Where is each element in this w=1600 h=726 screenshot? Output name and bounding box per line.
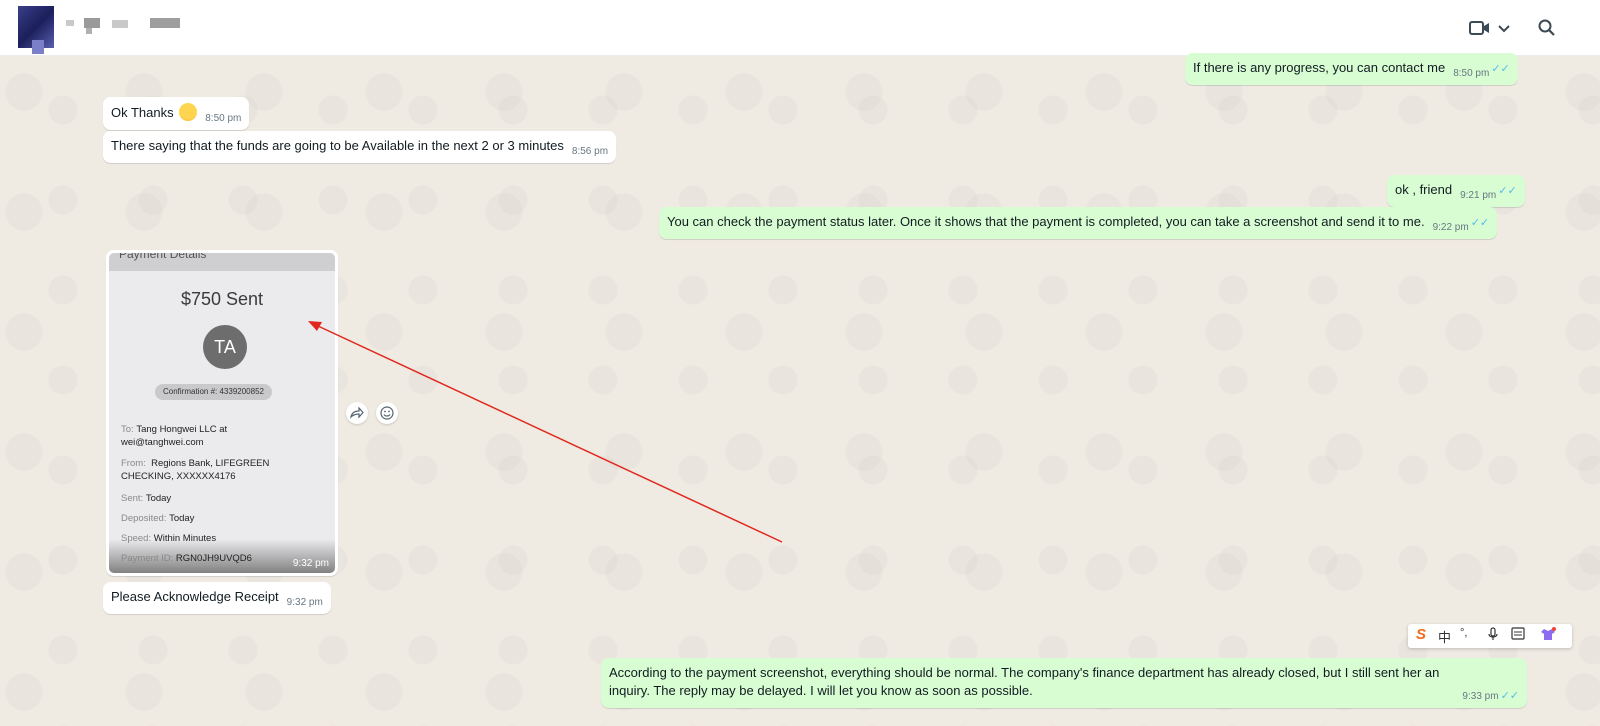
message-outgoing[interactable]: You can check the payment status later. … [659, 207, 1498, 239]
microphone-icon[interactable] [1488, 627, 1498, 644]
message-text: Ok Thanks [111, 105, 174, 120]
double-check-icon: ✓✓ [1498, 185, 1517, 197]
message-outgoing[interactable]: According to the payment screenshot, eve… [601, 658, 1527, 708]
message-time: 9:22 pm [1432, 222, 1469, 233]
search-button[interactable] [1533, 14, 1561, 42]
double-check-icon: ✓✓ [1470, 217, 1490, 229]
recipient-initials-avatar: TA [203, 325, 247, 369]
message-text: ok , friend [1395, 182, 1453, 197]
sogou-logo-icon[interactable]: S [1416, 626, 1426, 643]
message-text: You can check the payment status later. … [667, 214, 1425, 229]
confirmation-number: Confirmation #: 4339200852 [155, 384, 272, 400]
double-check-icon: ✓✓ [1491, 63, 1510, 75]
smiling-face-emoji-icon [179, 103, 198, 121]
message-time: 9:32 pm [292, 558, 329, 569]
message-text: If there is any progress, you can contac… [1193, 60, 1446, 75]
react-button[interactable] [376, 402, 398, 424]
double-check-icon: ✓✓ [1500, 690, 1519, 702]
image-message-payment-screenshot[interactable]: Payment Details $750 Sent TA Confirmatio… [106, 250, 338, 576]
message-incoming[interactable]: There saying that the funds are going to… [103, 131, 617, 163]
message-time: 9:32 pm [286, 597, 323, 608]
chat-header [0, 0, 1600, 56]
payment-to-row: To: Tang Hongwei LLC at wei@tanghwei.com [121, 424, 228, 448]
chevron-down-icon [1498, 25, 1510, 33]
message-time: 9:21 pm [1460, 190, 1497, 201]
payment-from-row: From: Regions Bank, LIFEGREEN CHECKING, … [121, 458, 270, 482]
message-time: 8:50 pm [1453, 68, 1490, 79]
message-text: There saying that the funds are going to… [111, 138, 564, 153]
keyboard-icon[interactable] [1511, 627, 1525, 643]
ime-toolbar[interactable]: S 中 °, [1408, 624, 1572, 648]
message-incoming[interactable]: Ok Thanks 8:50 pm [103, 97, 250, 130]
message-text-line-1: According to the payment screenshot, eve… [609, 665, 1440, 680]
payment-amount: $750 Sent [180, 289, 264, 309]
message-text: Please Acknowledge Receipt [111, 589, 279, 604]
message-time: 9:33 pm [1462, 691, 1499, 702]
ime-punctuation-toggle[interactable]: °, [1460, 627, 1467, 639]
message-time: 8:56 pm [571, 146, 609, 157]
emoji-smile-icon [380, 406, 394, 420]
message-time: 8:50 pm [205, 113, 242, 124]
message-incoming[interactable]: Please Acknowledge Receipt 9:32 pm [103, 582, 331, 614]
video-camera-icon [1469, 21, 1489, 35]
contact-avatar[interactable] [18, 6, 54, 54]
forward-button[interactable] [346, 402, 368, 424]
search-icon [1538, 19, 1555, 36]
call-options-dropdown[interactable] [1490, 14, 1518, 42]
skin-shirt-icon[interactable] [1540, 627, 1556, 644]
message-outgoing[interactable]: ok , friend 9:21 pm ✓✓ [1387, 175, 1525, 207]
forward-icon [350, 406, 364, 419]
payment-details-image: Payment Details $750 Sent TA Confirmatio… [109, 253, 335, 573]
message-outgoing[interactable]: If there is any progress, you can contac… [1185, 53, 1518, 85]
ime-language-toggle[interactable]: 中 [1438, 627, 1451, 646]
payment-sent-row: Sent: Today [121, 493, 172, 504]
message-text-line-2: inquiry. The reply may be delayed. I wil… [609, 683, 1033, 698]
payment-deposited-row: Deposited: Today [121, 513, 195, 524]
payment-details-header: Payment Details [109, 253, 335, 271]
